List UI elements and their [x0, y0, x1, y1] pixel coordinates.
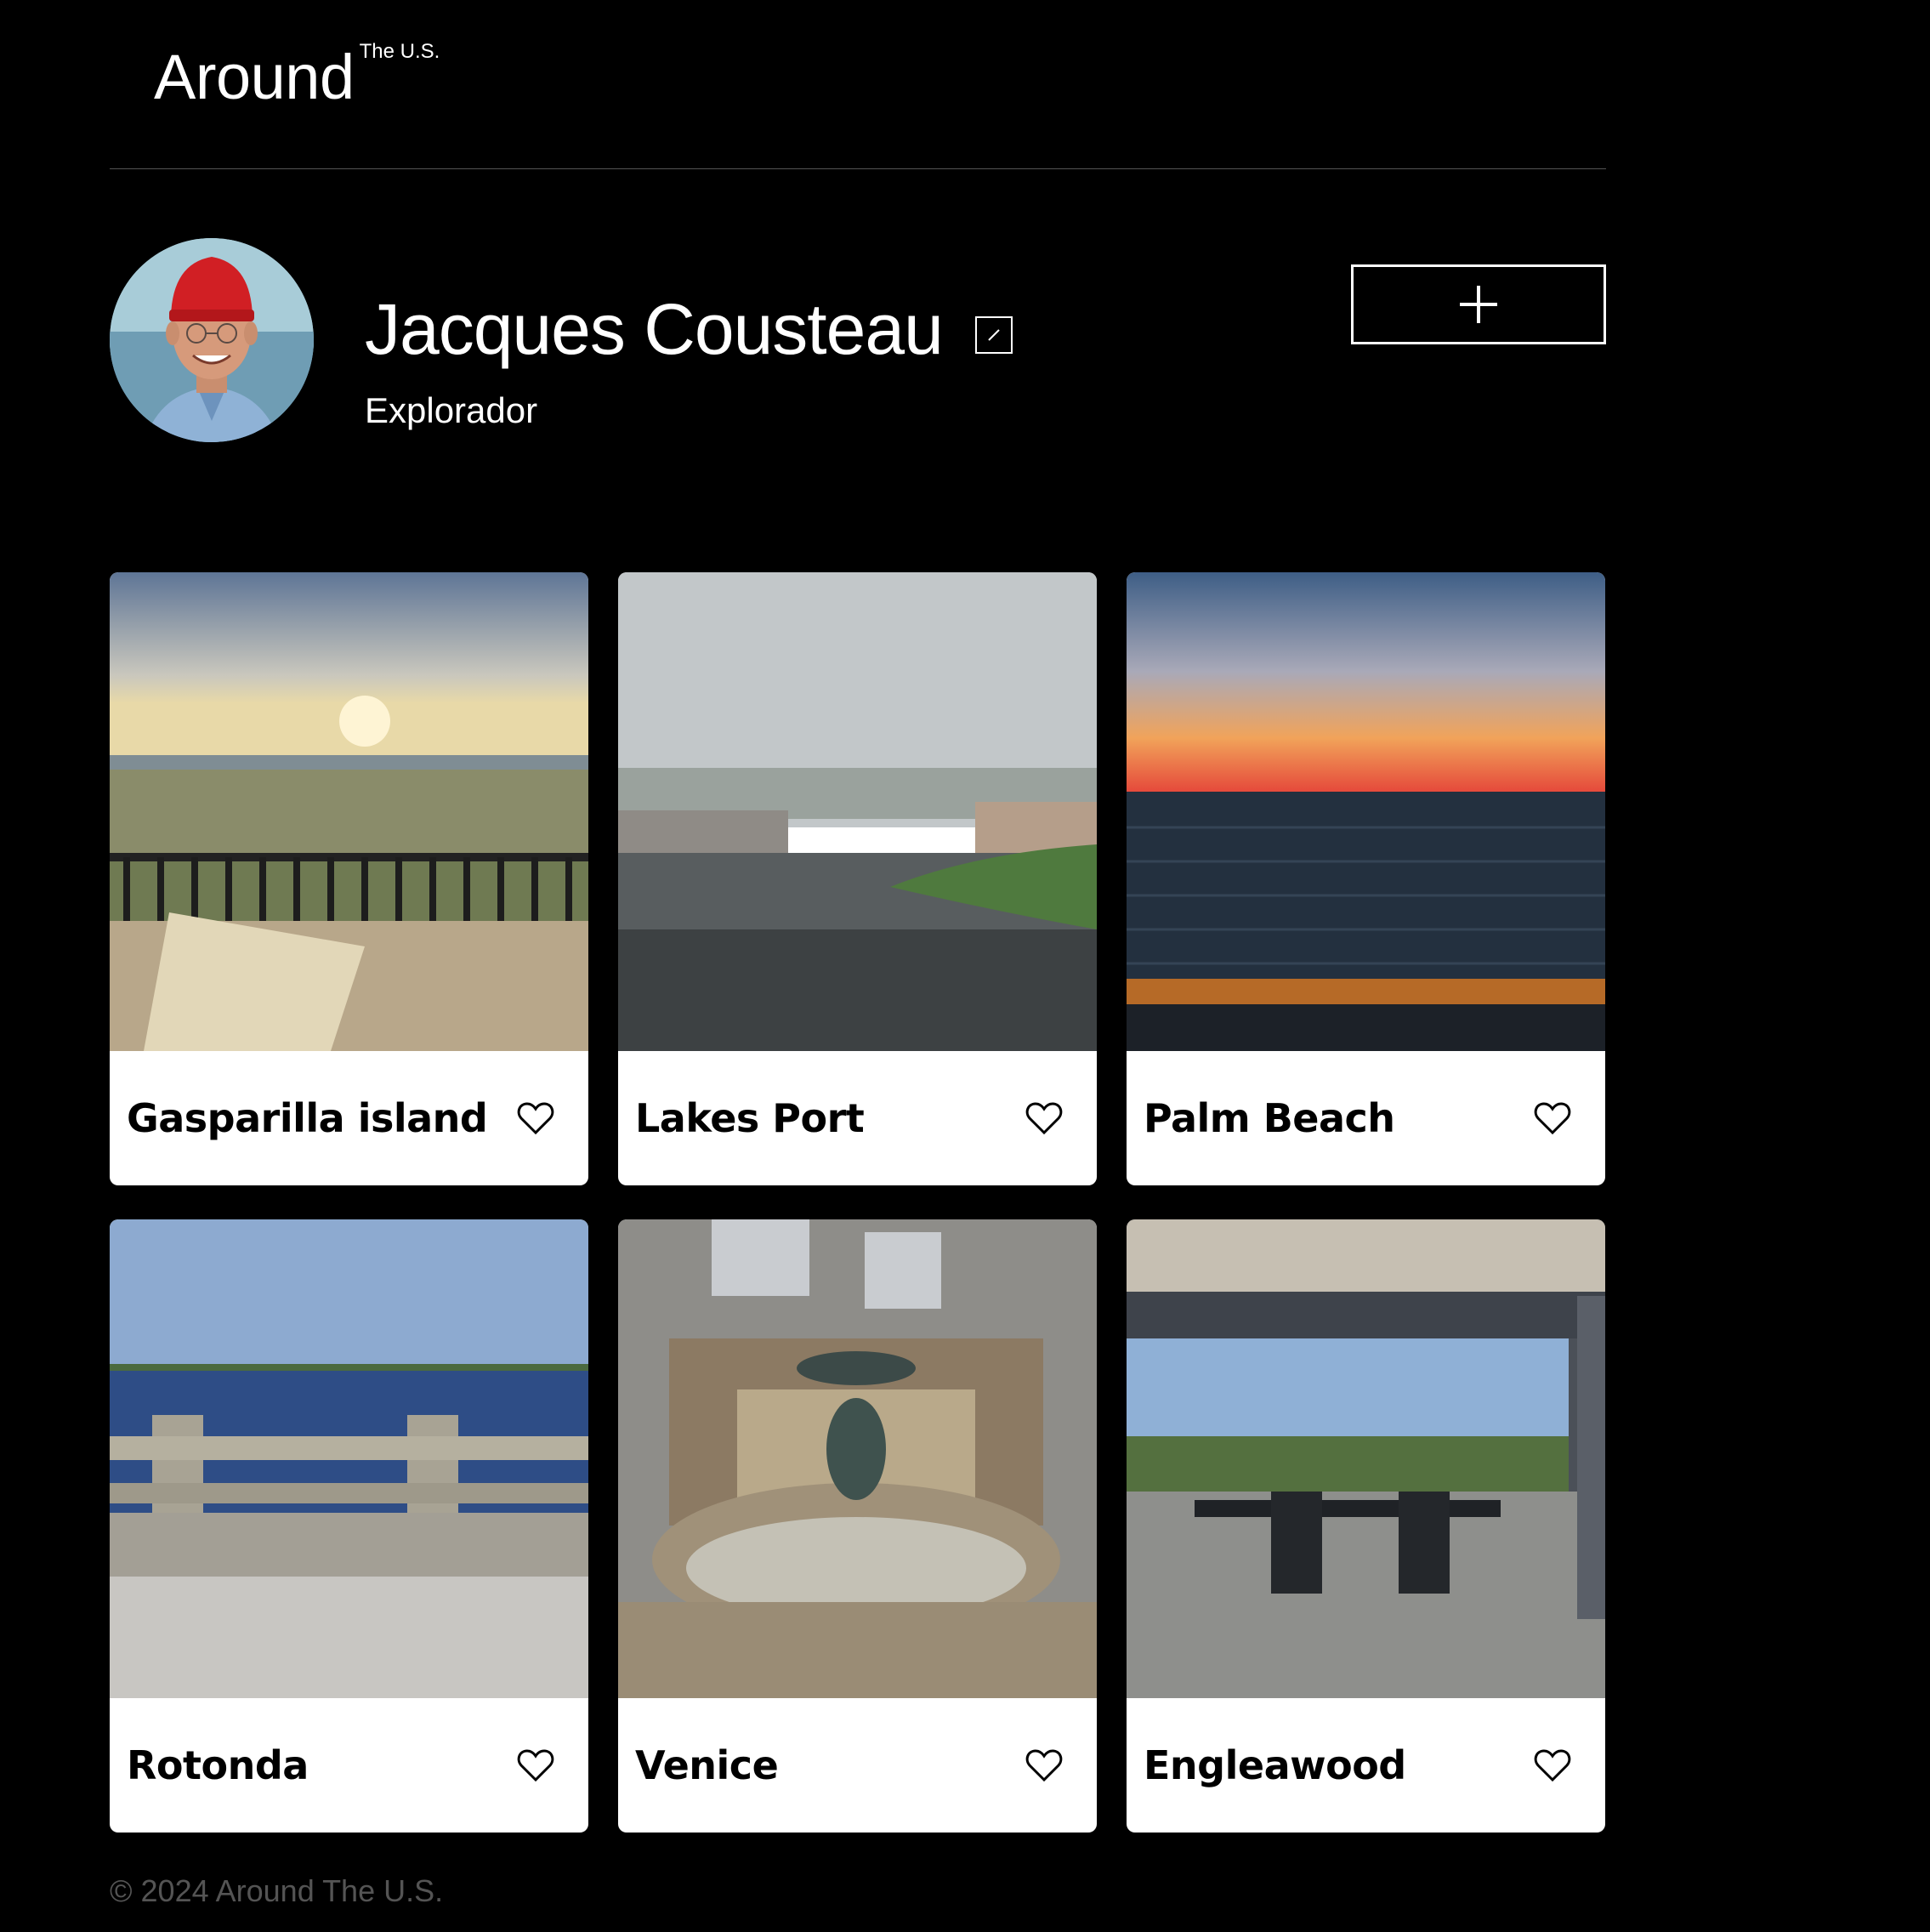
- card-image[interactable]: [618, 572, 1097, 1051]
- card-image[interactable]: [618, 1219, 1097, 1698]
- page: Around The U.S. Jacques Cousteau Explora…: [110, 0, 1606, 1909]
- heart-icon: [517, 1749, 554, 1782]
- edit-profile-button[interactable]: [974, 316, 1013, 354]
- logo: Around The U.S.: [154, 41, 440, 114]
- card-footer: Gasparilla island: [110, 1051, 588, 1185]
- card-title: Lakes Port: [635, 1095, 865, 1141]
- copyright-text: © 2024 Around The U.S.: [110, 1873, 444, 1908]
- card-image[interactable]: [1127, 572, 1605, 1051]
- card-title: Gasparilla island: [127, 1095, 488, 1141]
- pencil-icon: [988, 329, 1000, 341]
- card: Rotonda: [110, 1219, 588, 1833]
- profile-name-row: Jacques Cousteau: [365, 288, 1013, 370]
- like-button[interactable]: [515, 1747, 556, 1784]
- card-title: Engleawood: [1144, 1742, 1406, 1788]
- card-title: Rotonda: [127, 1742, 309, 1788]
- avatar[interactable]: [110, 238, 314, 442]
- site-footer: © 2024 Around The U.S.: [110, 1873, 1606, 1909]
- card-footer: Lakes Port: [618, 1051, 1097, 1185]
- card: Lakes Port: [618, 572, 1097, 1185]
- card-title: Palm Beach: [1144, 1095, 1395, 1141]
- cards-grid: Gasparilla island Lakes Port Palm Beach …: [110, 572, 1606, 1833]
- profile-info: Jacques Cousteau Explorador: [365, 288, 1013, 433]
- card: Engleawood: [1127, 1219, 1605, 1833]
- profile-name: Jacques Cousteau: [365, 289, 944, 369]
- card: Palm Beach: [1127, 572, 1605, 1185]
- heart-icon: [1534, 1102, 1571, 1135]
- plus-icon: [1460, 286, 1497, 323]
- card-title: Venice: [635, 1742, 779, 1788]
- heart-icon: [1025, 1749, 1063, 1782]
- avatar-portrait: [110, 238, 314, 442]
- card-footer: Venice: [618, 1698, 1097, 1833]
- card-footer: Engleawood: [1127, 1698, 1605, 1833]
- card-footer: Palm Beach: [1127, 1051, 1605, 1185]
- heart-icon: [517, 1102, 554, 1135]
- like-button[interactable]: [515, 1100, 556, 1137]
- card-image[interactable]: [110, 1219, 588, 1698]
- card-image[interactable]: [1127, 1219, 1605, 1698]
- card: Gasparilla island: [110, 572, 588, 1185]
- card-image[interactable]: [110, 572, 588, 1051]
- heart-icon: [1025, 1102, 1063, 1135]
- profile-section: Jacques Cousteau Explorador: [110, 169, 1606, 572]
- add-card-button[interactable]: [1351, 264, 1606, 344]
- logo-main-text: Around: [154, 42, 355, 112]
- site-header: Around The U.S.: [110, 0, 1606, 169]
- like-button[interactable]: [1024, 1100, 1064, 1137]
- card: Venice: [618, 1219, 1097, 1833]
- heart-icon: [1534, 1749, 1571, 1782]
- like-button[interactable]: [1532, 1100, 1573, 1137]
- like-button[interactable]: [1532, 1747, 1573, 1784]
- profile-about: Explorador: [365, 390, 538, 430]
- card-footer: Rotonda: [110, 1698, 588, 1833]
- logo-superscript: The U.S.: [359, 40, 440, 63]
- like-button[interactable]: [1024, 1747, 1064, 1784]
